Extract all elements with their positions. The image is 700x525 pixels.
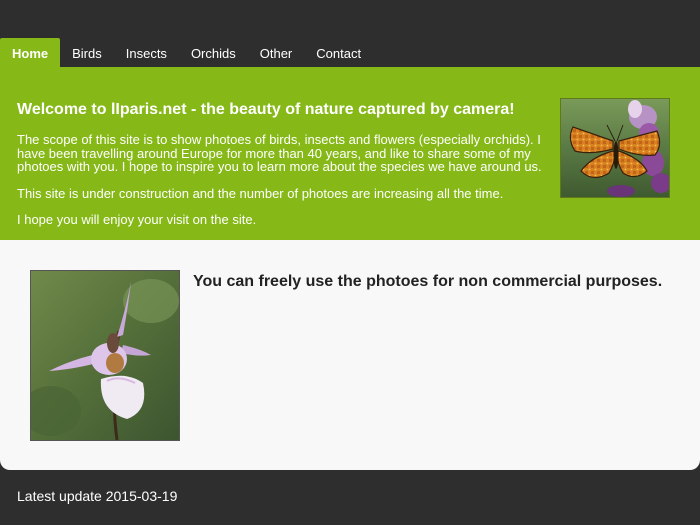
intro-paragraph-welcome: I hope you will enjoy your visit on the …	[17, 212, 257, 228]
nav-item-other[interactable]: Other	[248, 38, 305, 68]
intro-text: The scope of this site is to show photoe…	[17, 133, 547, 240]
nav-item-orchids[interactable]: Orchids	[179, 38, 248, 68]
butterfly-image	[561, 99, 669, 197]
intro-paragraph-scope: The scope of this site is to show photoe…	[17, 132, 542, 175]
content-panel: You can freely use the photoes for non c…	[0, 240, 700, 470]
butterfly-photo	[560, 98, 670, 198]
usage-note: You can freely use the photoes for non c…	[193, 273, 663, 290]
main-navigation: Home Birds Insects Orchids Other Contact	[0, 38, 700, 68]
page-title: Welcome to lIparis.net - the beauty of n…	[17, 101, 515, 118]
nav-item-home[interactable]: Home	[0, 38, 61, 68]
footer-last-update: Latest update 2015-03-19	[17, 488, 178, 504]
nav-item-birds[interactable]: Birds	[60, 38, 114, 68]
orchid-photo	[30, 270, 180, 441]
orchid-image	[31, 271, 179, 440]
intro-paragraph-construction: This site is under construction and the …	[17, 185, 504, 201]
intro-panel: Welcome to lIparis.net - the beauty of n…	[0, 67, 700, 240]
nav-item-contact[interactable]: Contact	[304, 38, 373, 68]
nav-item-insects[interactable]: Insects	[114, 38, 179, 68]
